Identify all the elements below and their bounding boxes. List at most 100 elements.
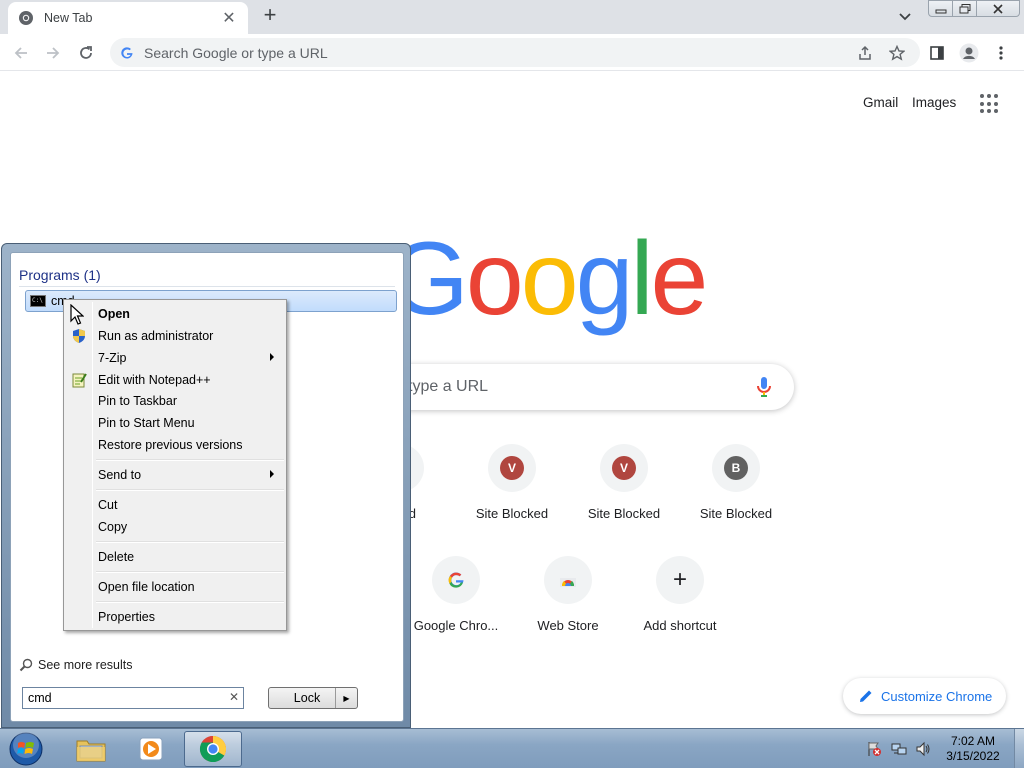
menu-item-cut[interactable]: Cut xyxy=(66,494,284,515)
menu-item-label: Send to xyxy=(98,467,142,482)
cmd-console-icon: C:\ xyxy=(30,295,46,307)
programs-section-header: Programs (1) xyxy=(19,267,101,283)
reload-icon xyxy=(80,46,92,59)
menu-item-pin-to-start-menu[interactable]: Pin to Start Menu xyxy=(66,412,284,433)
menu-separator xyxy=(96,601,284,603)
shortcut-tile[interactable]: Web Store xyxy=(512,556,624,633)
tab-new-tab[interactable]: New Tab ✕ xyxy=(8,2,248,34)
network-icon[interactable] xyxy=(891,741,907,757)
address-bar-placeholder: Search Google or type a URL xyxy=(144,44,328,61)
shortcut-tile[interactable]: V Site Blocked xyxy=(568,444,680,521)
mouse-pointer-icon xyxy=(70,304,84,325)
menu-item-7-zip[interactable]: 7-Zip xyxy=(66,347,284,368)
profile-button[interactable] xyxy=(958,42,980,64)
close-window-button[interactable] xyxy=(976,0,1020,17)
customize-chrome-label: Customize Chrome xyxy=(881,688,993,704)
menu-item-restore-previous-versions[interactable]: Restore previous versions xyxy=(66,434,284,455)
clock-time: 7:02 AM xyxy=(950,734,996,748)
google-g-icon xyxy=(121,46,133,59)
forward-button[interactable] xyxy=(40,40,66,66)
plus-icon: + xyxy=(672,566,687,593)
gmail-link[interactable]: Gmail xyxy=(863,95,898,110)
google-g-icon xyxy=(448,572,464,588)
bookmark-star-icon[interactable] xyxy=(888,44,906,62)
menu-item-label: Properties xyxy=(98,609,155,624)
shortcut-label: Web Store xyxy=(537,618,599,633)
tab-search-chevron-icon[interactable] xyxy=(895,8,915,26)
divider xyxy=(19,286,395,287)
volume-speaker-icon[interactable] xyxy=(915,741,931,757)
menu-item-open[interactable]: Open xyxy=(66,303,284,324)
menu-item-send-to[interactable]: Send to xyxy=(66,464,284,485)
browser-toolbar: Search Google or type a URL xyxy=(0,34,1024,71)
add-shortcut-tile[interactable]: + Add shortcut xyxy=(624,556,736,633)
shortcut-tile[interactable]: V Site Blocked xyxy=(456,444,568,521)
action-center-flag-icon[interactable] xyxy=(866,741,882,757)
taskbar-explorer-button[interactable] xyxy=(62,731,120,767)
kebab-menu-icon xyxy=(999,46,1003,60)
customize-chrome-button[interactable]: Customize Chrome xyxy=(843,678,1006,714)
tab-close-icon[interactable]: ✕ xyxy=(220,8,238,28)
minimize-button[interactable] xyxy=(928,0,953,17)
google-apps-icon[interactable] xyxy=(980,94,1000,114)
shortcut-label: Google Chro... xyxy=(413,618,499,633)
show-desktop-button[interactable] xyxy=(1014,729,1024,768)
chrome-favicon-icon xyxy=(19,11,33,25)
side-panel-button[interactable] xyxy=(926,42,948,64)
lock-label: Lock xyxy=(293,691,321,705)
menu-item-label: Run as administrator xyxy=(98,328,214,343)
menu-item-label: Pin to Taskbar xyxy=(98,393,177,408)
see-more-results-link[interactable]: See more results xyxy=(19,658,132,672)
voice-search-mic-icon[interactable] xyxy=(754,375,774,399)
start-orb-icon[interactable] xyxy=(6,731,46,767)
shortcut-tile[interactable]: Google Chro... xyxy=(400,556,512,633)
shortcut-label: Site Blocked xyxy=(699,506,773,521)
menu-item-properties[interactable]: Properties xyxy=(66,606,284,627)
menu-item-label: Restore previous versions xyxy=(98,437,243,452)
lock-button[interactable]: Lock ▶ xyxy=(268,687,358,709)
context-menu: Open Run as administrator 7-Zip Edit wit… xyxy=(63,299,287,631)
taskbar-media-player-button[interactable] xyxy=(122,731,180,767)
menu-item-edit-with-notepadpp[interactable]: Edit with Notepad++ xyxy=(66,369,284,390)
menu-item-delete[interactable]: Delete xyxy=(66,546,284,567)
submenu-arrow-icon xyxy=(270,470,274,478)
clear-search-icon[interactable]: ✕ xyxy=(229,690,239,704)
taskbar-chrome-button[interactable] xyxy=(184,731,242,767)
images-link[interactable]: Images xyxy=(912,95,956,110)
menu-item-copy[interactable]: Copy xyxy=(66,516,284,537)
back-arrow-icon xyxy=(14,47,27,59)
menu-item-run-as-administrator[interactable]: Run as administrator xyxy=(66,325,284,346)
power-options-arrow-icon[interactable]: ▶ xyxy=(335,688,357,708)
reload-button[interactable] xyxy=(73,40,99,66)
tab-strip: New Tab ✕ + xyxy=(0,0,1024,34)
menu-item-pin-to-taskbar[interactable]: Pin to Taskbar xyxy=(66,390,284,411)
notepadpp-icon xyxy=(72,373,87,388)
forward-arrow-icon xyxy=(47,47,60,59)
windows-taskbar: 7:02 AM 3/15/2022 xyxy=(0,728,1024,768)
shortcut-label: Site Blocked xyxy=(587,506,661,521)
tab-title: New Tab xyxy=(44,11,93,25)
profile-avatar-icon xyxy=(959,43,979,63)
menu-item-label: Edit with Notepad++ xyxy=(98,372,211,387)
restore-button[interactable] xyxy=(952,0,977,17)
share-icon[interactable] xyxy=(856,44,874,62)
back-button[interactable] xyxy=(8,40,34,66)
close-icon xyxy=(993,3,1003,14)
shortcut-tile[interactable]: B Site Blocked xyxy=(680,444,792,521)
address-bar[interactable]: Search Google or type a URL xyxy=(110,38,920,67)
start-search-input[interactable]: cmd ✕ xyxy=(22,687,244,709)
google-logo: Google xyxy=(388,221,708,337)
folder-icon xyxy=(76,740,106,762)
menu-item-label: Copy xyxy=(98,519,128,534)
new-tab-button[interactable]: + xyxy=(258,4,282,28)
chrome-menu-button[interactable] xyxy=(990,42,1012,64)
menu-item-open-file-location[interactable]: Open file location xyxy=(66,576,284,597)
uac-shield-icon xyxy=(73,329,85,343)
shortcut-label: Site Blocked xyxy=(475,506,549,521)
menu-item-label: Cut xyxy=(98,497,118,512)
system-clock[interactable]: 7:02 AM 3/15/2022 xyxy=(940,734,1006,764)
web-store-icon xyxy=(560,578,576,587)
site-letter-icon: B xyxy=(724,456,748,480)
menu-separator xyxy=(96,571,284,573)
menu-item-label: Delete xyxy=(98,549,135,564)
